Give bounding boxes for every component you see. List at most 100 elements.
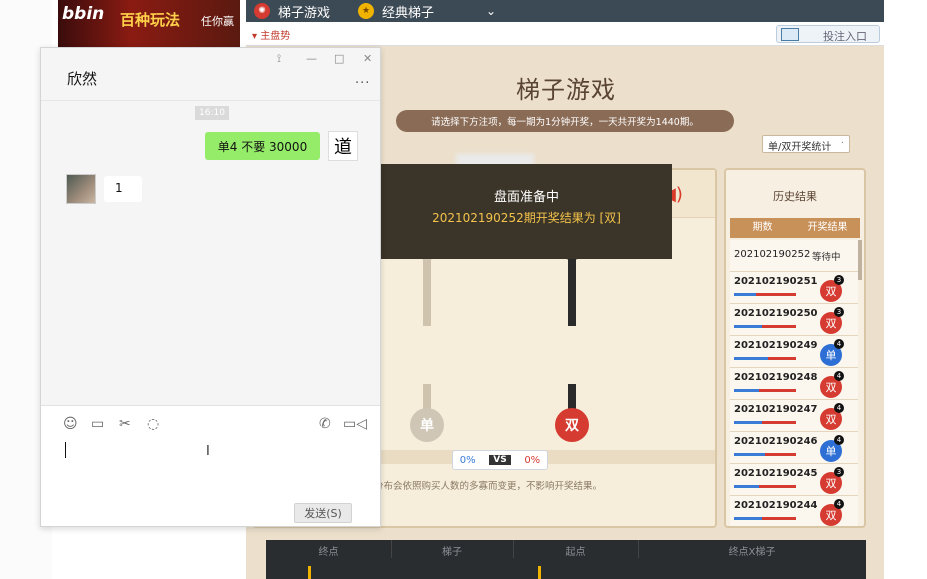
my-message-bubble[interactable]: 单4 不要 30000 <box>205 132 320 160</box>
result-number: 4 <box>834 339 844 349</box>
phone-icon[interactable]: ✆ <box>319 416 331 432</box>
history-row: 202102190249 单 4 <box>730 336 858 368</box>
bet-split-fill <box>734 421 762 424</box>
bet-split-fill <box>734 293 756 296</box>
left-rail-bottom <box>423 384 431 410</box>
game-sub-bar: ▾ 主盘势 投注入口 <box>246 22 884 46</box>
history-period-id: 202102190247 <box>734 404 818 415</box>
bet-split-fill <box>734 453 765 456</box>
mouse-ibeam-cursor: I <box>206 444 210 459</box>
trend-link-label: 主盘势 <box>260 31 291 42</box>
right-rail-top <box>568 256 576 326</box>
nav-classic-ladder[interactable]: ★ 经典梯子 <box>358 0 434 22</box>
distribution-notice: 分布会依照购买人数的多寡而变更，不影响开奖结果。 <box>374 481 603 492</box>
result-number: 4 <box>834 371 844 381</box>
header-divider <box>41 100 380 101</box>
bet-split-fill <box>734 517 762 520</box>
history-period-id: 202102190248 <box>734 372 818 383</box>
contact-message-bubble[interactable]: 1 <box>104 176 142 202</box>
bet-entry-button[interactable]: 投注入口 <box>776 25 880 43</box>
folder-icon[interactable]: ▭ <box>91 416 104 432</box>
history-col-result: 开奖结果 <box>807 222 848 233</box>
contact-avatar[interactable] <box>66 174 96 204</box>
chat-history-icon[interactable]: ◌ <box>147 416 159 432</box>
nav-ladder-game[interactable]: ✺ 梯子游戏 <box>254 0 330 22</box>
send-button[interactable]: 发送(S) <box>294 503 352 523</box>
result-number: 4 <box>834 403 844 413</box>
bet-split-bar <box>734 485 796 488</box>
star-icon: ★ <box>358 3 374 19</box>
bet-split-fill <box>734 325 762 328</box>
game-top-nav: ✺ 梯子游戏 ★ 经典梯子 ⌄ <box>246 0 884 22</box>
chevron-down-icon[interactable]: ⌄ <box>486 0 496 22</box>
maximize-icon[interactable]: □ <box>334 52 344 65</box>
minimize-icon[interactable]: — <box>306 52 317 65</box>
history-period-id: 202102190245 <box>734 468 818 479</box>
bottom-col-start: 起点 <box>565 546 586 558</box>
bet-entry-label: 投注入口 <box>823 30 867 43</box>
stats-select[interactable]: 单/双开奖统计 · <box>762 135 850 153</box>
history-header: 期数 开奖结果 <box>730 218 860 238</box>
stats-select-value: 单/双开奖统计 <box>768 142 832 153</box>
video-call-icon[interactable]: ▭◁ <box>343 416 367 432</box>
overlay-title: 盘面准备中 <box>493 190 559 205</box>
right-rail-bottom <box>568 384 576 410</box>
history-row: 202102190247 双 4 <box>730 400 858 432</box>
vs-label: VS <box>489 455 511 465</box>
result-number: 3 <box>834 275 844 285</box>
result-number: 4 <box>834 435 844 445</box>
select-arrow-icon: · <box>840 138 844 149</box>
emoji-icon[interactable]: ☺ <box>63 416 78 432</box>
result-number: 3 <box>834 307 844 317</box>
banner-headline: 百种玩法 <box>120 11 181 29</box>
message-timestamp: 16:10 <box>195 106 229 120</box>
pin-icon[interactable]: ⟟ <box>277 52 281 66</box>
history-period-id: 202102190244 <box>734 500 818 511</box>
banner-logo: bbin <box>62 4 105 24</box>
scissors-icon[interactable]: ✂ <box>119 416 131 432</box>
odd-result-node[interactable]: 单 <box>410 408 444 442</box>
bottom-col-ladder: 梯子 <box>442 546 462 558</box>
result-number: 3 <box>834 467 844 477</box>
overlay-result: 202102190252期开奖结果为 [双] <box>432 211 621 225</box>
text-caret <box>65 442 66 458</box>
banner-tagline: 任你赢 <box>201 15 234 28</box>
history-row: 202102190248 双 4 <box>730 368 858 400</box>
trend-link[interactable]: ▾ 主盘势 <box>252 27 290 42</box>
close-icon[interactable]: ✕ <box>363 52 372 65</box>
history-col-period: 期数 <box>752 222 773 233</box>
bet-split-bar <box>734 517 796 520</box>
history-scrollbar[interactable] <box>858 240 862 280</box>
bet-split-bar <box>734 453 796 456</box>
nav-ladder-game-label: 梯子游戏 <box>278 5 331 21</box>
history-row: 202102190245 双 3 <box>730 464 858 496</box>
history-period-id: 202102190250 <box>734 308 818 319</box>
message-input-area[interactable]: ☺ ▭ ✂ ◌ ✆ ▭◁ I 发送(S) <box>41 406 380 526</box>
history-row: 202102190250 双 3 <box>730 304 858 336</box>
preparing-overlay: 盘面准备中 202102190252期开奖结果为 [双] <box>381 164 672 259</box>
result-number: 4 <box>834 499 844 509</box>
even-percent: 0% <box>524 454 541 466</box>
my-avatar[interactable]: 道 <box>328 131 358 161</box>
pending-status: 等待中 <box>812 252 841 263</box>
gear-icon: ✺ <box>254 3 270 19</box>
instructions-pill: 请选择下方注项，每一期为1分钟开奖，一天共开奖为1440期。 <box>396 110 734 132</box>
bet-split-bar <box>734 325 796 328</box>
history-period-id: 202102190251 <box>734 276 818 287</box>
history-row-pending: 202102190252 等待中 <box>730 240 858 272</box>
game-title: 梯子游戏 <box>516 76 616 104</box>
bottom-col-end-x-ladder: 终点X梯子 <box>728 546 776 558</box>
ad-banner[interactable]: bbin 百种玩法 任你赢 <box>58 0 240 48</box>
chat-window: ⟟ — □ ✕ 欣然 ... 16:10 单4 不要 30000 道 1 ☺ ▭… <box>40 47 381 527</box>
book-icon <box>781 28 799 41</box>
bet-split-fill <box>734 389 759 392</box>
bet-split-bar <box>734 421 796 424</box>
even-result-node[interactable]: 双 <box>555 408 589 442</box>
bottom-marker <box>308 566 311 579</box>
history-row: 202102190244 双 4 <box>730 496 858 526</box>
history-title: 历史结果 <box>773 190 817 203</box>
more-options-button[interactable]: ... <box>355 72 370 87</box>
history-row: 202102190246 单 4 <box>730 432 858 464</box>
nav-classic-ladder-label: 经典梯子 <box>382 5 435 21</box>
odd-percent: 0% <box>459 454 476 466</box>
